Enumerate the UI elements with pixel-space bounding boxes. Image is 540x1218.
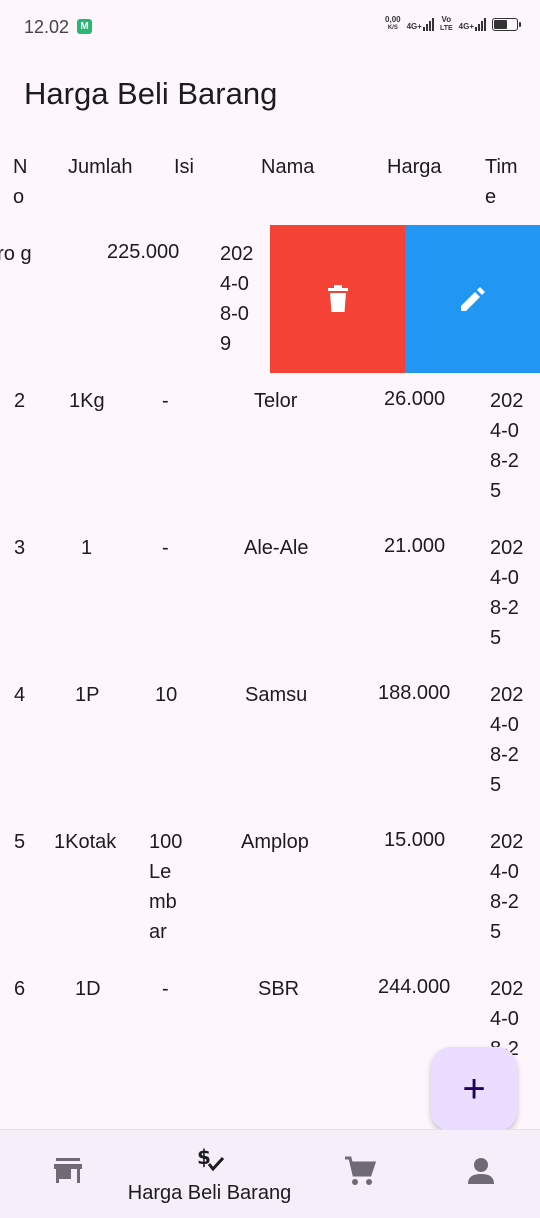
table-row-swiped[interactable]: oro g 225.000 2024-08-09 [0, 225, 540, 373]
row-4-isi: 10 [155, 684, 178, 706]
row-4-nama: Samsu [245, 684, 308, 706]
row-6-isi: - [162, 978, 169, 1000]
delete-button[interactable] [270, 225, 405, 373]
row-2-no: 2 [14, 390, 26, 412]
nav-item-store[interactable] [0, 1130, 135, 1218]
volte-label-bottom: LTE [439, 25, 453, 32]
add-button[interactable]: + [431, 1047, 517, 1131]
status-bar: 12.02 M 0,00 K/S 4G+ Vo LTE 4G+ [0, 0, 540, 54]
row-6-no: 6 [14, 978, 26, 1000]
battery-icon [492, 17, 521, 31]
price-check-icon: $ [197, 1145, 224, 1172]
row-2-jumlah: 1Kg [69, 390, 105, 412]
header-isi: Isi [174, 156, 194, 178]
nav-item-cart[interactable] [292, 1130, 427, 1218]
cart-icon [344, 1156, 376, 1185]
status-time: 12.02 [24, 17, 70, 37]
signal-1-label: 4G+ [406, 22, 422, 31]
nav-label-harga-beli-barang: Harga Beli Barang [127, 1182, 292, 1204]
row-6-jumlah: 1D [75, 978, 101, 1000]
row-3-isi: - [162, 537, 169, 559]
header-time: Time [485, 156, 518, 208]
row-3-nama: Ale-Ale [244, 537, 309, 559]
row-3-jumlah: 1 [81, 537, 93, 559]
edit-button[interactable] [405, 225, 540, 373]
row-5-time: 2024-08-25 [490, 831, 524, 943]
person-icon [467, 1158, 494, 1184]
plus-icon: + [462, 1067, 486, 1111]
pencil-icon [460, 287, 485, 311]
volte-icon: Vo LTE [440, 15, 453, 33]
signal-2-icon: 4G+ [459, 17, 486, 31]
bottom-navigation: $ Harga Beli Barang [0, 1129, 540, 1218]
swiped-row-harga: 225.000 [107, 241, 180, 263]
row-4-time: 2024-08-25 [490, 684, 524, 796]
row-5-nama: Amplop [241, 831, 309, 853]
swiped-row-time: 2024-08-09 [220, 243, 254, 355]
header-nama: Nama [261, 156, 315, 178]
row-3-no: 3 [14, 537, 26, 559]
row-5-isi: 100 Lembar [149, 831, 183, 943]
row-5-harga: 15.000 [384, 829, 446, 851]
row-4-jumlah: 1P [75, 684, 100, 706]
status-icons: 0,00 K/S 4G+ Vo LTE 4G+ [385, 15, 521, 33]
nav-item-profile[interactable] [413, 1130, 540, 1218]
row-2-nama: Telor [254, 390, 298, 412]
signal-2-label: 4G+ [458, 22, 474, 31]
nav-item-harga-beli-barang[interactable]: $ Harga Beli Barang [128, 1130, 291, 1218]
network-speed-value: 0,00 [385, 15, 401, 24]
trash-icon [327, 285, 348, 312]
row-4-harga: 188.000 [378, 682, 451, 704]
swiped-row-nama: oro g [0, 243, 32, 265]
volte-label-top: Vo [441, 15, 452, 24]
row-6-nama: SBR [258, 978, 300, 1000]
row-3-time: 2024-08-25 [490, 537, 524, 649]
network-speed-unit: K/S [387, 25, 398, 31]
signal-1-icon: 4G+ [407, 17, 434, 31]
header-harga: Harga [387, 156, 442, 178]
row-5-no: 5 [14, 831, 26, 853]
network-speed: 0,00 K/S [385, 15, 401, 33]
row-2-harga: 26.000 [384, 388, 446, 410]
header-jumlah: Jumlah [68, 156, 133, 178]
header-no: No [13, 156, 28, 208]
row-4-no: 4 [14, 684, 26, 706]
row-2-isi: - [162, 390, 169, 412]
app-notification-icon: M [77, 19, 92, 34]
row-5-jumlah: 1Kotak [54, 831, 117, 853]
row-3-harga: 21.000 [384, 535, 446, 557]
page-title: Harga Beli Barang [24, 76, 278, 111]
row-6-harga: 244.000 [378, 976, 451, 998]
store-icon [53, 1158, 82, 1183]
row-2-time: 2024-08-25 [490, 390, 524, 502]
